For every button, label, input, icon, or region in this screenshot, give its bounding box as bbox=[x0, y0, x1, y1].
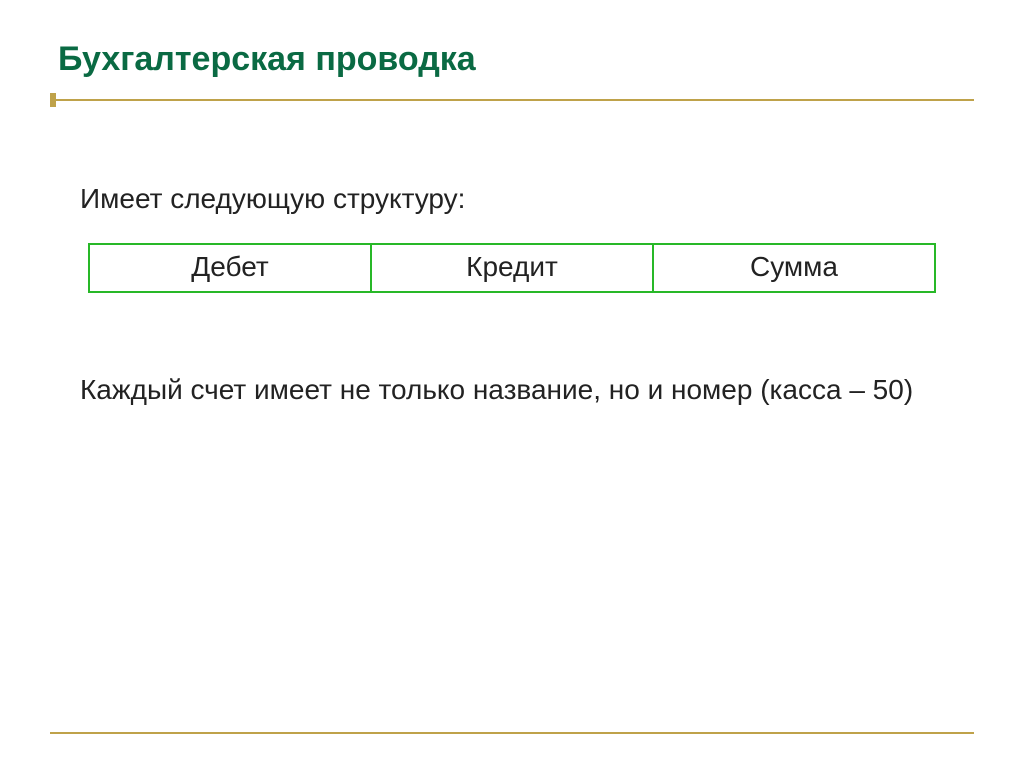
title-area: Бухгалтерская проводка bbox=[50, 40, 974, 107]
title-divider bbox=[50, 93, 974, 107]
intro-text: Имеет следующую структуру: bbox=[80, 183, 944, 215]
slide-title: Бухгалтерская проводка bbox=[50, 40, 974, 79]
slide: Бухгалтерская проводка Имеет следующую с… bbox=[0, 0, 1024, 768]
table-row: Дебет Кредит Сумма bbox=[89, 244, 935, 292]
structure-table-wrap: Дебет Кредит Сумма bbox=[88, 243, 936, 293]
col-credit: Кредит bbox=[371, 244, 653, 292]
divider-line-icon bbox=[56, 99, 974, 101]
structure-table: Дебет Кредит Сумма bbox=[88, 243, 936, 293]
slide-content: Имеет следующую структуру: Дебет Кредит … bbox=[50, 113, 974, 409]
col-sum: Сумма bbox=[653, 244, 935, 292]
col-debit: Дебет bbox=[89, 244, 371, 292]
bottom-divider bbox=[50, 732, 974, 734]
note-text: Каждый счет имеет не только название, но… bbox=[80, 371, 944, 409]
